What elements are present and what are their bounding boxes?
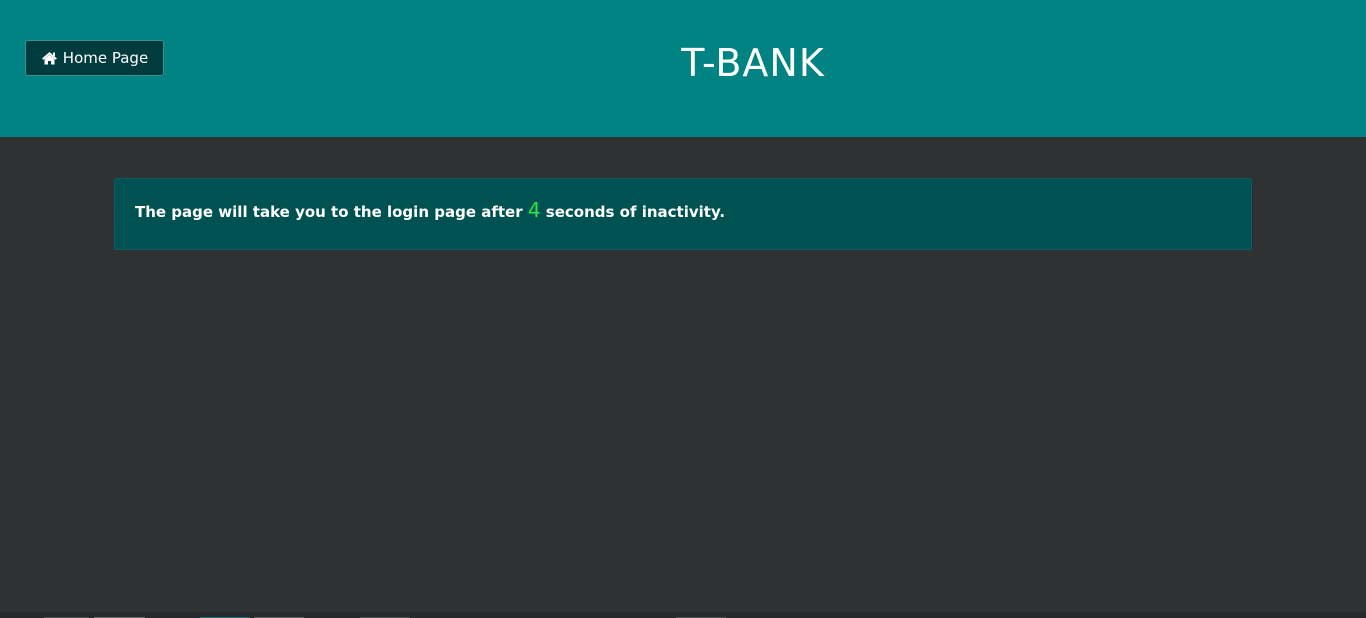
- inactivity-alert: The page will take you to the login page…: [114, 178, 1252, 250]
- alert-text-before: The page will take you to the login page…: [135, 203, 528, 221]
- bottom-edge: [0, 612, 1366, 618]
- page-title: T-BANK: [681, 41, 825, 85]
- alert-text-after: seconds of inactivity.: [540, 203, 726, 221]
- countdown-seconds: 4: [527, 198, 541, 222]
- header: Home Page T-BANK: [0, 0, 1366, 137]
